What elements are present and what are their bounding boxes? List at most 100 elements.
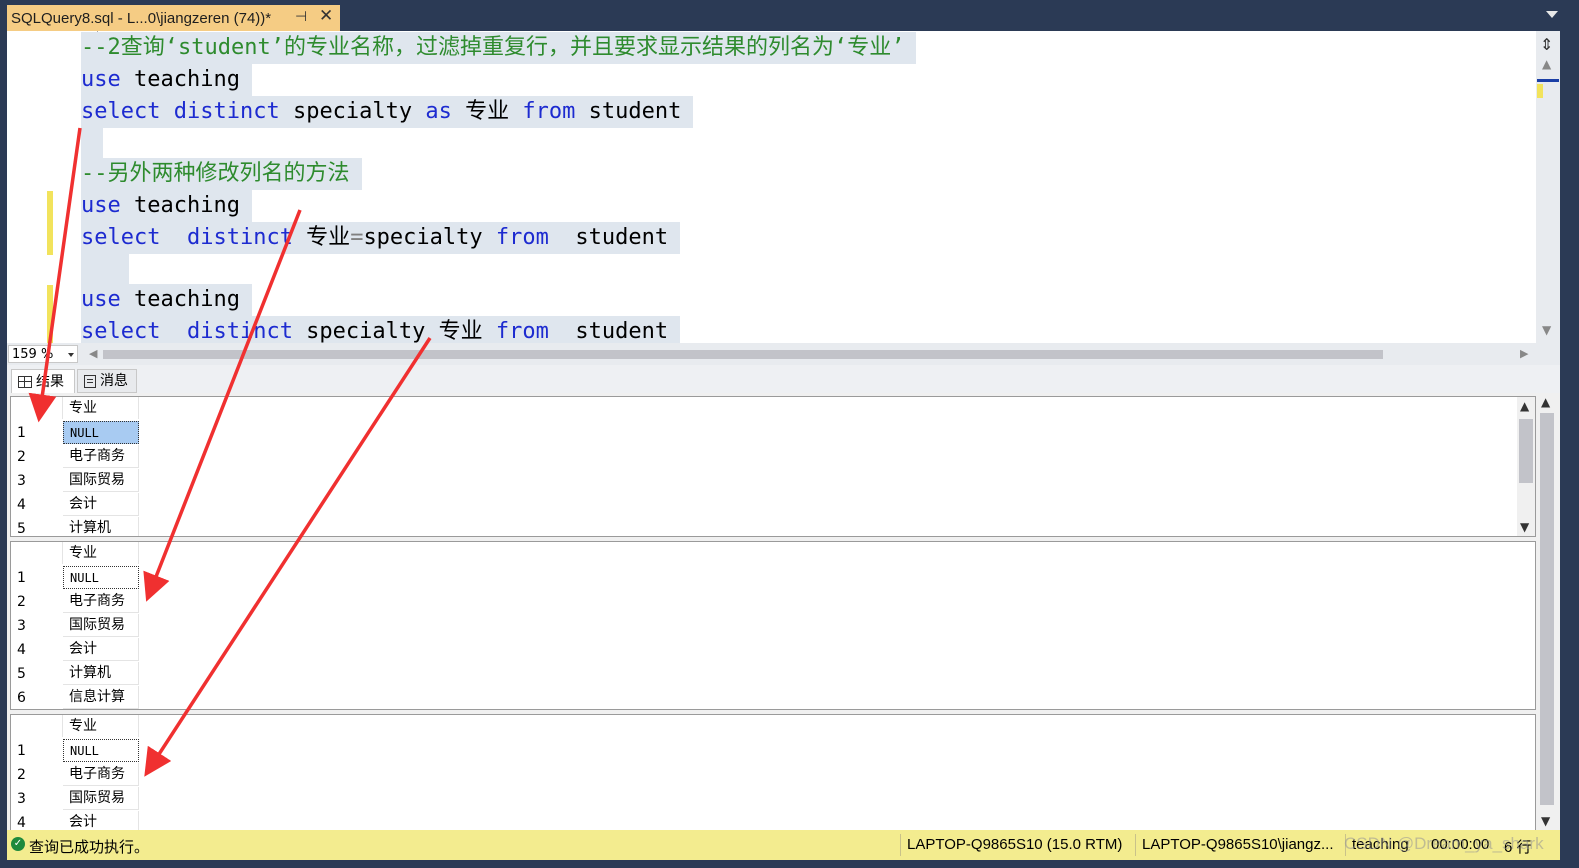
grid-cell[interactable]: NULL bbox=[63, 566, 139, 589]
table-row[interactable]: 1 NULL bbox=[11, 421, 141, 445]
results-area: 专业 1 NULL 2 电子商务 3 国际贸易 4 会计 5 计算机 ▲ ▼ 专… bbox=[7, 393, 1560, 832]
code-line-blank bbox=[81, 254, 129, 286]
scroll-change-marker bbox=[1537, 84, 1543, 98]
grid-vertical-scrollbar[interactable]: ▲ ▼ bbox=[1517, 397, 1535, 536]
status-server: LAPTOP-Q9865S10 (15.0 RTM) bbox=[907, 836, 1123, 853]
table-row[interactable]: 2 电子商务 bbox=[11, 590, 141, 614]
grid-scroll-thumb[interactable] bbox=[1519, 419, 1533, 483]
success-check-icon: ✓ bbox=[11, 837, 25, 851]
code-line: use teaching bbox=[81, 190, 252, 222]
status-message: 查询已成功执行。 bbox=[29, 839, 150, 856]
message-icon bbox=[84, 374, 96, 388]
grid-cell[interactable]: 会计 bbox=[63, 811, 139, 831]
results-vertical-scrollbar[interactable]: ▲ ▼ bbox=[1537, 393, 1557, 830]
scroll-left-icon[interactable]: ◀ bbox=[89, 347, 97, 360]
row-number: 5 bbox=[17, 521, 26, 537]
status-divider bbox=[1135, 834, 1136, 856]
column-header[interactable]: 专业 bbox=[63, 542, 139, 564]
grid-cell[interactable]: 国际贸易 bbox=[63, 469, 139, 492]
close-icon[interactable]: ✕ bbox=[319, 6, 333, 26]
table-row[interactable]: 1 NULL bbox=[11, 739, 141, 763]
table-row[interactable]: 3 国际贸易 bbox=[11, 469, 141, 493]
horizontal-scroll-thumb[interactable] bbox=[103, 350, 1383, 359]
document-tab-strip: SQLQuery8.sql - L...0\jiangzeren (74))* … bbox=[0, 0, 1579, 34]
row-number: 1 bbox=[17, 743, 26, 759]
change-marker bbox=[47, 191, 53, 255]
scroll-down-icon[interactable]: ▼ bbox=[1541, 814, 1550, 828]
table-row[interactable]: 5 计算机 bbox=[11, 662, 141, 686]
tab-results[interactable]: 结果 bbox=[11, 369, 75, 393]
document-tab-title: SQLQuery8.sql - L...0\jiangzeren (74))* bbox=[11, 9, 272, 27]
grid-corner bbox=[11, 397, 63, 419]
watermark: CSDN @Dream_ya_shark bbox=[1344, 834, 1544, 853]
table-row[interactable]: 3 国际贸易 bbox=[11, 787, 141, 811]
row-number: 4 bbox=[17, 815, 26, 831]
tab-dropdown-icon[interactable] bbox=[1546, 11, 1558, 18]
grid-cell[interactable]: 计算机 bbox=[63, 662, 139, 685]
zoom-and-hscroll-bar: 159 % ◀ ▶ bbox=[7, 343, 1560, 365]
row-number: 1 bbox=[17, 570, 26, 586]
grid-cell[interactable]: 会计 bbox=[63, 493, 139, 516]
grid-cell[interactable]: NULL bbox=[63, 739, 139, 762]
result-grid[interactable]: 专业 1 NULL 2 电子商务 3 国际贸易 4 会计 5 计算机 bbox=[10, 396, 1536, 537]
editor-gutter bbox=[7, 31, 81, 343]
table-row[interactable]: 4 会计 bbox=[11, 638, 141, 662]
row-number: 4 bbox=[17, 642, 26, 658]
status-user: LAPTOP-Q9865S10\jiangz... bbox=[1142, 836, 1334, 853]
table-row[interactable]: 2 电子商务 bbox=[11, 445, 141, 469]
table-row[interactable]: 1 NULL bbox=[11, 566, 141, 590]
grid-cell[interactable]: 电子商务 bbox=[63, 445, 139, 468]
scroll-up-icon[interactable]: ▲ bbox=[1542, 57, 1551, 71]
grid-cell[interactable]: 会计 bbox=[63, 638, 139, 661]
sql-editor[interactable]: --2查询‘student’的专业名称，过滤掉重复行，并且要求显示结果的列名为‘… bbox=[7, 31, 1560, 343]
code-line: select distinct 专业=specialty from studen… bbox=[81, 222, 681, 254]
grid-cell[interactable]: NULL bbox=[63, 421, 139, 444]
row-number: 5 bbox=[17, 666, 26, 682]
result-tabs: 结果 消息 bbox=[7, 365, 1560, 393]
table-row[interactable]: 5 计算机 bbox=[11, 517, 141, 537]
scroll-down-icon[interactable]: ▼ bbox=[1542, 323, 1551, 337]
scroll-down-icon[interactable]: ▼ bbox=[1520, 520, 1529, 534]
chevron-down-icon bbox=[68, 353, 74, 357]
grid-cell[interactable]: 信息计算 bbox=[63, 686, 139, 709]
grid-cell[interactable]: 电子商务 bbox=[63, 763, 139, 786]
result-grid[interactable]: 专业 1 NULL 2 电子商务 3 国际贸易 4 会计 bbox=[10, 714, 1536, 832]
change-marker bbox=[47, 285, 53, 343]
scroll-up-icon[interactable]: ▲ bbox=[1520, 399, 1529, 413]
row-number: 1 bbox=[17, 425, 26, 441]
result-grid[interactable]: 专业 1 NULL 2 电子商务 3 国际贸易 4 会计 5 计算机 bbox=[10, 541, 1536, 710]
code-line: use teaching bbox=[81, 284, 252, 316]
row-number: 2 bbox=[17, 767, 26, 783]
table-row[interactable]: 4 会计 bbox=[11, 493, 141, 517]
zoom-value: 159 % bbox=[12, 347, 54, 362]
tab-results-label: 结果 bbox=[36, 373, 64, 390]
code-line: use teaching bbox=[81, 64, 252, 96]
table-row[interactable]: 4 会计 bbox=[11, 811, 141, 831]
grid-cell[interactable]: 国际贸易 bbox=[63, 787, 139, 810]
scroll-position-marker bbox=[1537, 79, 1559, 82]
code-line-comment: --另外两种修改列名的方法 bbox=[81, 158, 362, 190]
row-number: 6 bbox=[17, 690, 26, 706]
row-number: 3 bbox=[17, 473, 26, 489]
code-line-comment: --2查询‘student’的专业名称，过滤掉重复行，并且要求显示结果的列名为‘… bbox=[81, 32, 917, 64]
column-header[interactable]: 专业 bbox=[63, 715, 139, 737]
document-tab[interactable]: SQLQuery8.sql - L...0\jiangzeren (74))* … bbox=[7, 5, 340, 31]
table-row[interactable]: 2 电子商务 bbox=[11, 763, 141, 787]
split-view-icon[interactable]: ⇕ bbox=[1540, 35, 1553, 54]
scroll-right-icon[interactable]: ▶ bbox=[1520, 347, 1528, 360]
grid-cell[interactable]: 国际贸易 bbox=[63, 614, 139, 637]
table-row[interactable]: 3 国际贸易 bbox=[11, 614, 141, 638]
scroll-up-icon[interactable]: ▲ bbox=[1541, 395, 1550, 409]
row-number: 4 bbox=[17, 497, 26, 513]
query-window: --2查询‘student’的专业名称，过滤掉重复行，并且要求显示结果的列名为‘… bbox=[7, 31, 1560, 860]
table-row[interactable]: 6 信息计算 bbox=[11, 686, 141, 709]
code-line: select distinct specialty as 专业 from stu… bbox=[81, 96, 694, 128]
editor-vertical-scrollbar[interactable] bbox=[1536, 31, 1560, 343]
zoom-dropdown[interactable]: 159 % bbox=[8, 345, 78, 363]
grid-cell[interactable]: 计算机 bbox=[63, 517, 139, 536]
pin-icon[interactable]: ⊣ bbox=[295, 8, 307, 25]
results-scroll-thumb[interactable] bbox=[1540, 413, 1554, 805]
tab-messages[interactable]: 消息 bbox=[77, 369, 137, 393]
column-header[interactable]: 专业 bbox=[63, 397, 139, 419]
grid-cell[interactable]: 电子商务 bbox=[63, 590, 139, 613]
